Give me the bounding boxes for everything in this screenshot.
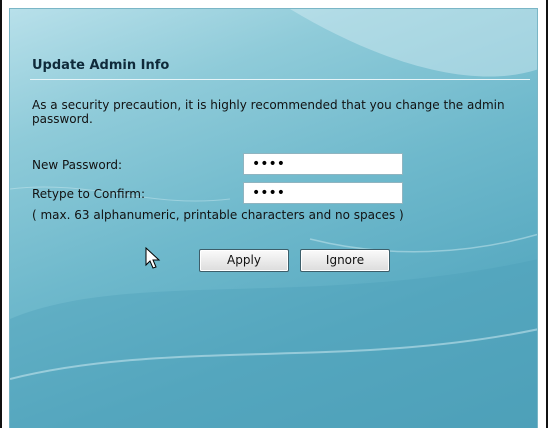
new-password-label: New Password:	[32, 158, 123, 172]
dialog-title: Update Admin Info	[32, 58, 170, 73]
title-divider	[30, 79, 530, 80]
new-password-input[interactable]: ••••	[243, 153, 403, 175]
retype-password-label: Retype to Confirm:	[32, 187, 146, 201]
apply-button[interactable]: Apply	[199, 249, 289, 272]
retype-password-input[interactable]: ••••	[243, 182, 403, 204]
window-frame: Update Admin Info As a security precauti…	[0, 0, 548, 428]
password-rules-note: ( max. 63 alphanumeric, printable charac…	[32, 208, 404, 222]
arrow-cursor-icon	[145, 247, 161, 269]
ignore-button[interactable]: Ignore	[300, 249, 390, 272]
security-message: As a security precaution, it is highly r…	[32, 98, 505, 126]
